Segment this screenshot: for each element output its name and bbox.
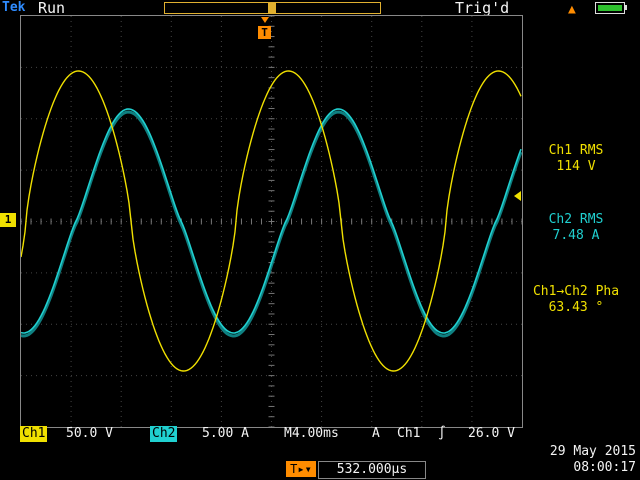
waveform-display bbox=[20, 15, 523, 428]
timebase[interactable]: M4.00ms bbox=[284, 426, 339, 442]
trigger-level[interactable]: 26.0 V bbox=[468, 426, 515, 442]
trigger-level-marker-icon[interactable] bbox=[514, 191, 521, 201]
brand-logo: Tek bbox=[2, 0, 26, 15]
battery-icon bbox=[595, 2, 625, 14]
time: 08:00:17 bbox=[573, 460, 636, 475]
trigger-mode: A bbox=[372, 426, 380, 441]
phase-label: Ch1→Ch2 Pha bbox=[532, 284, 620, 299]
datetime: 29 May 2015 08:00:17 bbox=[536, 444, 636, 476]
delay-value[interactable]: 532.000µs bbox=[318, 461, 426, 479]
ch2-rms-measurement: Ch2 RMS 7.48 A bbox=[520, 212, 632, 244]
ch2-rms-label: Ch2 RMS bbox=[548, 212, 604, 227]
record-position-indicator bbox=[268, 3, 276, 13]
trigger-channel[interactable]: Ch1 bbox=[397, 426, 420, 442]
ch1-rms-measurement: Ch1 RMS 114 V bbox=[520, 143, 632, 175]
date: 29 May 2015 bbox=[549, 444, 636, 459]
trigger-position-arrow-icon bbox=[261, 17, 269, 23]
status-bar: Ch1 50.0 V Ch2 5.00 A M4.00ms A Ch1 ∫ 26… bbox=[20, 426, 522, 442]
ch2-scale: 5.00 A bbox=[202, 426, 249, 441]
phase-measurement: Ch1→Ch2 Pha 63.43 ° bbox=[520, 284, 632, 316]
record-position-strip bbox=[164, 2, 381, 14]
ch1-rms-label: Ch1 RMS bbox=[548, 143, 604, 158]
ch1-scale: 50.0 V bbox=[66, 426, 113, 441]
battery-tip bbox=[625, 5, 627, 10]
warning-triangle-icon: ▲ bbox=[568, 2, 576, 17]
ch2-label[interactable]: Ch2 bbox=[150, 426, 178, 442]
phase-value: 63.43 ° bbox=[548, 300, 604, 315]
ch1-rms-value: 114 V bbox=[556, 159, 596, 174]
graticule bbox=[21, 16, 522, 427]
trigger-position-marker[interactable]: T bbox=[258, 26, 271, 39]
trigger-edge-icon: ∫ bbox=[438, 426, 446, 441]
ch2-rms-value: 7.48 A bbox=[552, 228, 600, 243]
ch1-label[interactable]: Ch1 bbox=[20, 426, 48, 442]
ch1-ground-marker[interactable]: 1 bbox=[0, 213, 16, 227]
delay-icon: T▸▾ bbox=[286, 461, 316, 477]
